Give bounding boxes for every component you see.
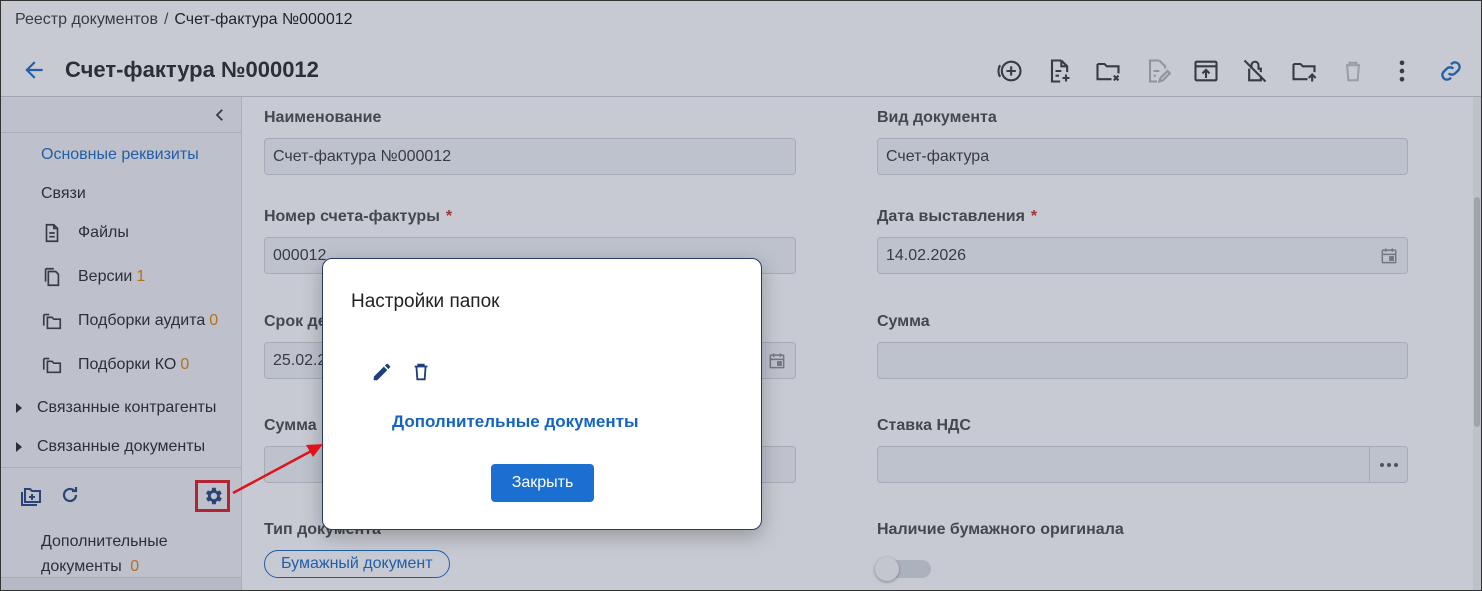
dialog-title: Настройки папок: [351, 291, 500, 312]
pencil-icon[interactable]: [371, 361, 393, 383]
close-button[interactable]: Закрыть: [491, 464, 594, 502]
folder-settings-dialog: Настройки папок Дополнительные документы…: [322, 258, 762, 530]
trash-icon[interactable]: [410, 361, 432, 383]
app-window: Реестр документов / Счет-фактура №000012 С…: [0, 0, 1482, 591]
dialog-folder-name[interactable]: Дополнительные документы: [392, 412, 639, 432]
